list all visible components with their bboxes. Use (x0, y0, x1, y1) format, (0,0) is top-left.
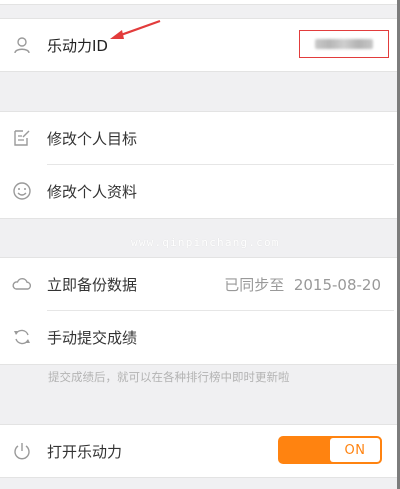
backup-label: 立即备份数据 (47, 275, 138, 294)
submit-label: 手动提交成绩 (47, 328, 138, 347)
blurred-id (315, 39, 373, 49)
toggle-knob: ON (330, 438, 380, 462)
edit-profile-row[interactable]: 修改个人资料 (0, 165, 397, 217)
sync-status: 已同步至 2015-08-20 (224, 275, 381, 294)
power-label: 打开乐动力 (47, 442, 123, 461)
edit-goal-row[interactable]: 修改个人目标 (0, 112, 397, 164)
top-strip (0, 0, 397, 5)
power-icon (11, 440, 33, 462)
backup-row[interactable]: 立即备份数据 已同步至 2015-08-20 (0, 258, 397, 310)
user-icon (11, 34, 33, 56)
power-toggle[interactable]: ON (278, 436, 382, 464)
watermark-text: www.qinpinchang.com (131, 236, 280, 249)
edit-goal-label: 修改个人目标 (47, 129, 138, 148)
annotation-arrow-icon (110, 19, 161, 39)
profile-id-value (299, 30, 389, 58)
edit-note-icon (11, 127, 33, 149)
cloud-icon (11, 273, 33, 295)
edit-group: 修改个人目标 修改个人资料 (0, 111, 397, 219)
smiley-icon (11, 180, 33, 202)
submit-row[interactable]: 手动提交成绩 (0, 311, 397, 363)
sync-group: 立即备份数据 已同步至 2015-08-20 手动提交成绩 (0, 257, 397, 365)
submit-hint: 提交成绩后，就可以在各种排行榜中即时更新啦 (48, 370, 290, 384)
edit-profile-label: 修改个人资料 (47, 182, 138, 201)
refresh-icon (11, 326, 33, 348)
profile-id-label: 乐动力ID (47, 36, 108, 55)
